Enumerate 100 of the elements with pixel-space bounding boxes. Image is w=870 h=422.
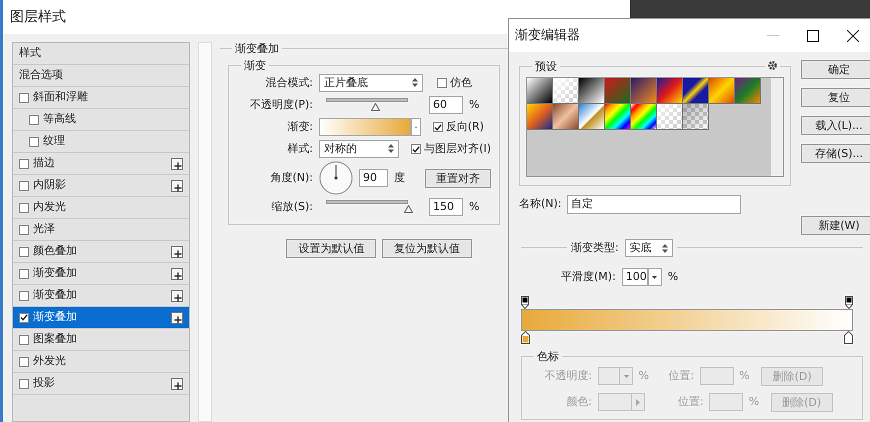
item-label: 渐变叠加 (33, 265, 77, 282)
checkbox[interactable] (437, 78, 447, 88)
field-label: 名称(N): (519, 196, 562, 212)
unit-label: % (668, 268, 678, 285)
checkbox[interactable] (411, 144, 422, 154)
style-list-item[interactable]: 混合选项 (13, 65, 189, 87)
gradient-type-select[interactable]: 实底 (624, 239, 673, 257)
color-stop-icon[interactable] (844, 331, 853, 344)
checkbox-label[interactable]: 仿色 (450, 74, 472, 92)
plus-icon[interactable] (171, 378, 183, 390)
item-label: 外发光 (33, 353, 66, 370)
plus-icon[interactable] (171, 180, 183, 192)
style-list-item[interactable]: 渐变叠加 (13, 307, 189, 329)
dropdown-icon (619, 367, 633, 385)
window-title: 渐变编辑器 (515, 26, 580, 45)
checkbox[interactable] (19, 180, 29, 190)
slider-thumb[interactable] (404, 205, 413, 213)
dropdown-icon[interactable] (648, 268, 662, 286)
field-label: 颜色: (565, 394, 592, 410)
field-label: 平滑度(M): (561, 268, 616, 285)
reset-align-button[interactable]: 重置对齐 (425, 168, 491, 188)
checkbox[interactable] (29, 114, 39, 124)
maximize-icon[interactable] (807, 30, 819, 42)
unit-label: % (638, 368, 649, 384)
style-list-item[interactable]: 内发光 (13, 197, 189, 219)
checkbox[interactable] (19, 158, 29, 168)
style-list-item[interactable]: 内阴影 (13, 175, 189, 197)
item-label: 投影 (33, 375, 55, 392)
color-stop-icon[interactable] (521, 331, 530, 344)
style-list-item[interactable]: 投影 (13, 373, 189, 395)
dialog-button[interactable]: 确定 (801, 60, 870, 79)
gradient-picker[interactable] (319, 118, 411, 136)
checkbox[interactable] (433, 122, 443, 132)
field-label: 混合模式: (264, 74, 313, 91)
checkbox-label[interactable]: 与图层对齐(I) (424, 140, 491, 158)
name-input[interactable]: 自定 (567, 195, 742, 214)
checkbox[interactable] (19, 356, 29, 366)
style-list-item[interactable]: 光泽 (13, 219, 189, 241)
field-label: 渐变类型: (571, 240, 619, 256)
field-label: 渐变: (286, 118, 313, 135)
opacity-stop-icon[interactable] (845, 296, 853, 309)
field-label: 缩放(S): (270, 198, 313, 215)
style-list-item[interactable]: 斜面和浮雕 (13, 87, 189, 109)
checkbox[interactable] (19, 224, 29, 234)
style-list-item[interactable]: 样式 (13, 43, 189, 65)
checkbox[interactable] (19, 92, 29, 102)
checkbox[interactable] (19, 334, 29, 344)
item-label: 光泽 (33, 221, 55, 238)
angle-input[interactable]: 90 (359, 169, 388, 187)
checkbox[interactable] (19, 378, 29, 388)
default-button[interactable]: 复位为默认值 (382, 239, 472, 258)
blend-mode-select[interactable]: 正片叠底 (319, 74, 423, 92)
checkbox[interactable] (19, 268, 29, 278)
style-list-item[interactable]: 颜色叠加 (13, 241, 189, 263)
checkbox-label[interactable]: 反向(R) (446, 118, 484, 136)
plus-icon[interactable] (171, 246, 183, 258)
plus-icon[interactable] (171, 290, 183, 302)
field-label: 样式: (286, 140, 313, 157)
opacity-input[interactable]: 60 (429, 96, 463, 114)
style-select[interactable]: 对称的 (319, 140, 400, 158)
default-button[interactable]: 设置为默认值 (286, 239, 376, 258)
plus-icon[interactable] (171, 312, 183, 324)
new-button[interactable]: 新建(W) (801, 216, 870, 235)
item-label: 图案叠加 (33, 331, 77, 348)
unit-label: 度 (394, 170, 405, 186)
field-label: 不透明度(P): (249, 96, 313, 113)
checkbox[interactable] (19, 202, 29, 212)
dialog-button[interactable]: 存储(S)... (801, 144, 870, 163)
item-label: 等高线 (43, 111, 76, 128)
plus-icon[interactable] (171, 268, 183, 280)
style-list-item[interactable]: 等高线 (13, 109, 189, 131)
checkbox[interactable] (19, 290, 29, 300)
field-label: 位置: (678, 394, 704, 410)
dialog-button[interactable]: 复位 (801, 88, 870, 107)
style-list-item[interactable]: 渐变叠加 (13, 263, 189, 285)
checkbox[interactable] (19, 312, 29, 322)
field-label: 角度(N): (269, 170, 313, 186)
opacity-stop-icon[interactable] (521, 296, 529, 309)
unit-label: % (469, 96, 480, 113)
item-label: 渐变叠加 (33, 287, 77, 304)
dialog-button[interactable]: 载入(L)... (801, 116, 870, 135)
item-label: 内阴影 (33, 177, 66, 194)
style-list-item[interactable]: 纹理 (13, 131, 189, 153)
color-swatch (598, 393, 634, 411)
checkbox[interactable] (29, 136, 39, 146)
plus-icon[interactable] (171, 158, 183, 170)
scale-input[interactable]: 150 (429, 198, 463, 216)
style-list-item[interactable]: 外发光 (13, 351, 189, 373)
scrollbar[interactable] (771, 78, 783, 176)
item-label: 内发光 (33, 199, 66, 216)
close-icon[interactable] (847, 30, 859, 42)
angle-dial[interactable] (319, 161, 353, 195)
checkbox[interactable] (19, 246, 29, 256)
smoothness-input[interactable]: 100 (622, 268, 648, 286)
item-label: 渐变叠加 (33, 309, 77, 326)
style-list-item[interactable]: 描边 (13, 153, 189, 175)
style-list-item[interactable]: 图案叠加 (13, 329, 189, 351)
scrollbar[interactable] (198, 42, 212, 422)
item-label: 纹理 (43, 133, 65, 150)
field-label: 不透明度: (543, 368, 592, 384)
